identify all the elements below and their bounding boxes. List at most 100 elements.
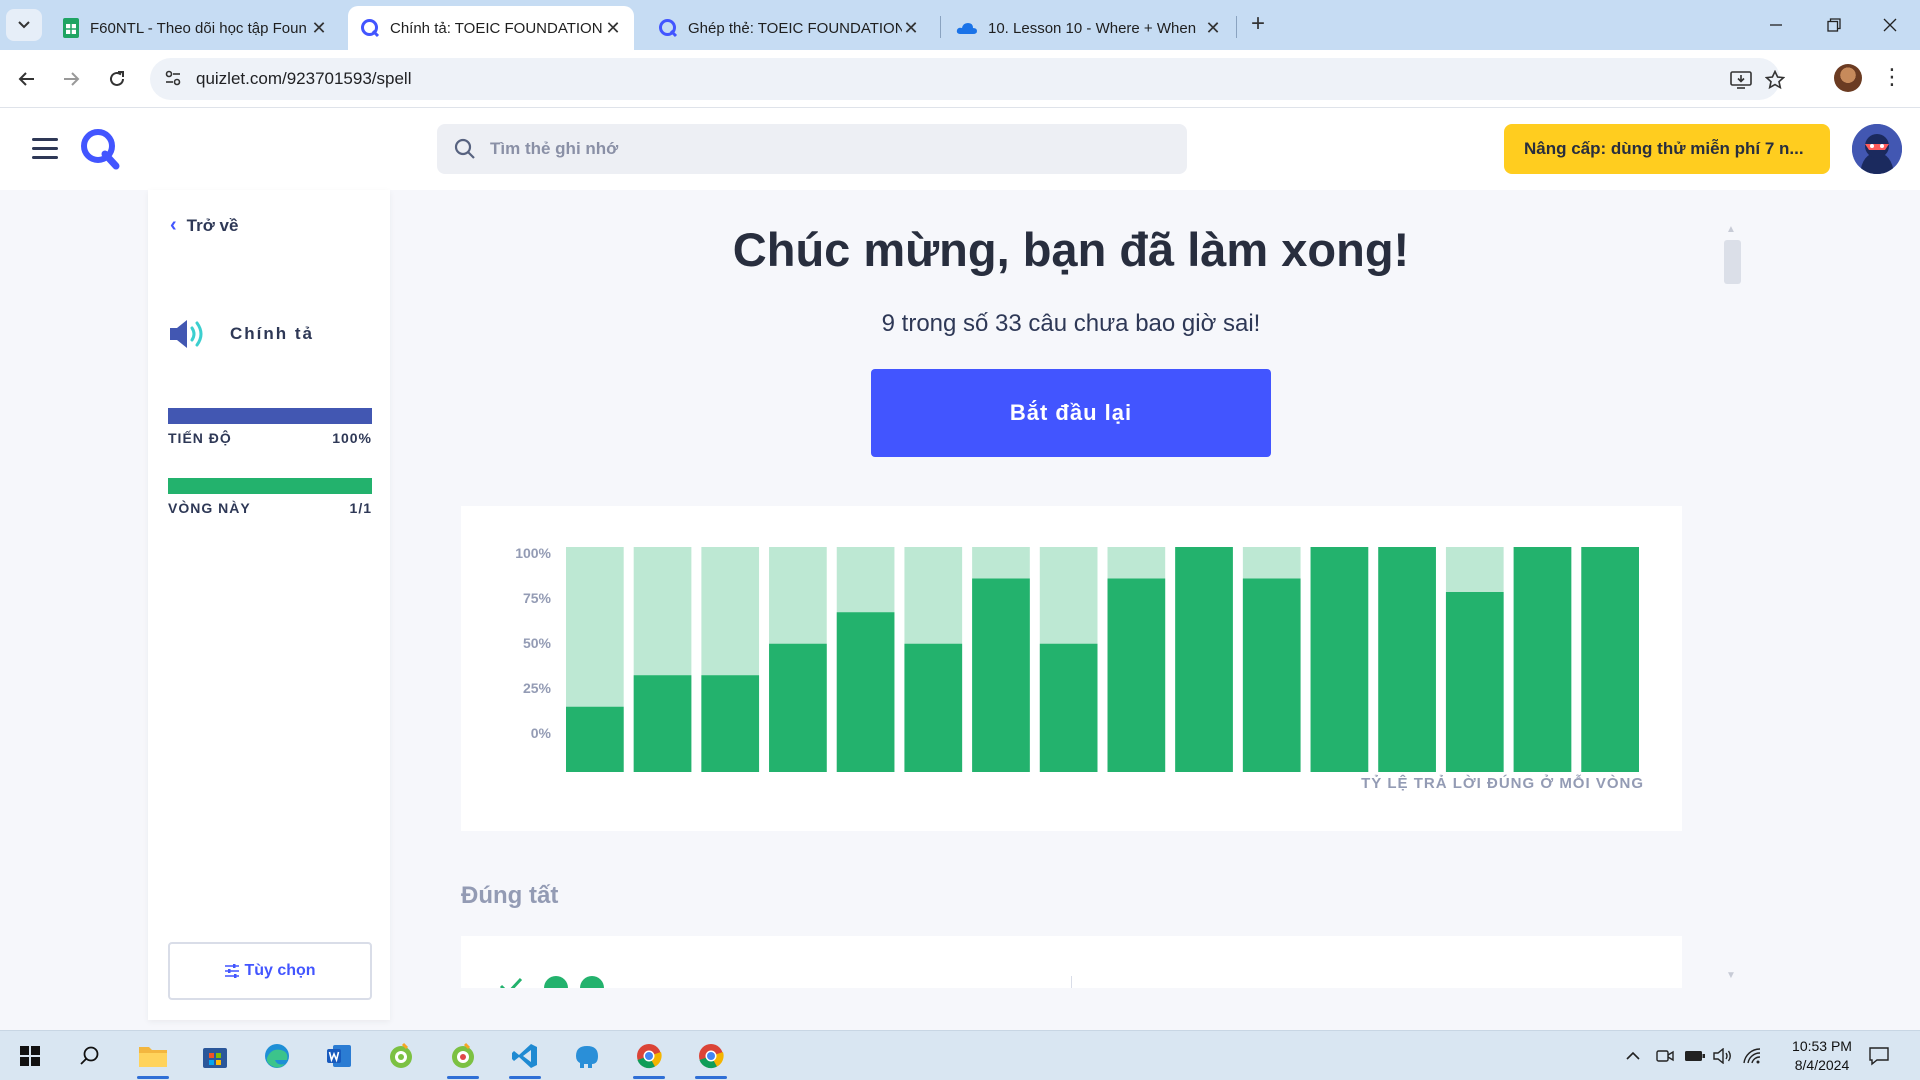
tab-onedrive[interactable]: 10. Lesson 10 - Where + When ✕ <box>944 6 1234 50</box>
clock-date: 8/4/2024 <box>1794 1057 1850 1073</box>
tab-title: 10. Lesson 10 - Where + When <box>988 19 1197 37</box>
round-accuracy-chart: 100% 75% 50% 25% 0% TỶ LỆ TRẢ LỜI ĐÚNG Ở MỖI … <box>515 545 1644 792</box>
close-icon[interactable]: ✕ <box>310 18 328 38</box>
y-tick-label: 50% <box>523 635 552 651</box>
y-tick-label: 25% <box>523 680 552 696</box>
bar-round-9 <box>1107 578 1166 772</box>
folder-icon <box>139 1047 167 1067</box>
scrollbar-thumb[interactable] <box>1724 240 1741 284</box>
meet-now-icon[interactable] <box>1654 1045 1676 1067</box>
bar-round-2 <box>633 675 692 772</box>
quizlet-logo[interactable] <box>80 128 120 175</box>
user-avatar[interactable] <box>1852 124 1902 174</box>
windows-logo-icon <box>20 1046 40 1066</box>
close-window-button[interactable] <box>1870 10 1910 40</box>
restore-button[interactable] <box>1814 10 1854 40</box>
bar-round-1 <box>566 706 624 772</box>
restart-button[interactable]: Bắt đầu lại <box>871 369 1271 457</box>
bar-round-11 <box>1242 578 1301 772</box>
taskbar-app[interactable] <box>567 1037 607 1075</box>
taskbar-search-button[interactable] <box>70 1037 110 1075</box>
bar-round-3 <box>701 675 760 772</box>
tab-spell[interactable]: Chính tả: TOEIC FOUNDATION - ✕ <box>348 6 634 50</box>
hamburger-menu-icon[interactable] <box>32 138 58 165</box>
round-track <box>168 478 372 494</box>
minimize-button[interactable] <box>1756 10 1796 40</box>
quizlet-icon <box>361 19 380 38</box>
site-settings-icon[interactable] <box>164 69 182 92</box>
close-icon[interactable]: ✕ <box>1204 18 1222 38</box>
taskbar-coccoc-2[interactable] <box>443 1037 483 1079</box>
browser-profile-avatar[interactable] <box>1834 64 1862 92</box>
bar-round-5 <box>836 612 895 772</box>
back-button[interactable] <box>12 64 42 94</box>
result-divider <box>1071 976 1072 988</box>
close-icon[interactable]: ✕ <box>902 18 920 38</box>
url-field[interactable]: quizlet.com/923701593/spell <box>150 58 1785 100</box>
coccoc-icon <box>390 1042 412 1068</box>
onedrive-icon <box>956 23 977 34</box>
back-label: Trở về <box>186 215 239 235</box>
reload-button[interactable] <box>102 64 132 94</box>
start-button[interactable] <box>10 1037 50 1075</box>
search-input[interactable]: Tìm thẻ ghi nhớ <box>437 124 1187 174</box>
install-app-icon[interactable] <box>1728 67 1754 93</box>
round-accuracy-chart-card: 100% 75% 50% 25% 0% TỶ LỆ TRẢ LỜI ĐÚNG Ở MỖI … <box>461 506 1682 831</box>
volume-icon[interactable] <box>1712 1045 1734 1067</box>
tab-search-button[interactable] <box>6 9 42 41</box>
round-fill <box>168 478 372 494</box>
y-tick-label: 0% <box>531 725 552 741</box>
y-tick-label: 75% <box>523 590 552 606</box>
forward-button[interactable] <box>56 64 86 94</box>
taskbar-coccoc[interactable] <box>381 1037 421 1075</box>
new-tab-button[interactable]: + <box>1244 10 1272 38</box>
coccoc-icon <box>452 1042 474 1068</box>
taskbar-file-explorer[interactable] <box>133 1037 173 1079</box>
options-button[interactable]: Tùy chọn <box>168 942 372 1000</box>
upgrade-button[interactable]: Nâng cấp: dùng thử miễn phí 7 n... <box>1504 124 1830 174</box>
search-icon <box>80 1046 99 1065</box>
arrow-right-icon <box>64 72 80 86</box>
battery-icon[interactable] <box>1684 1045 1706 1067</box>
tab-separator <box>940 16 941 38</box>
x-axis-label: TỶ LỆ TRẢ LỜI ĐÚNG Ở MỖI VÒNG <box>1361 774 1644 792</box>
edge-icon <box>265 1044 289 1068</box>
bar-round-13 <box>1378 547 1436 772</box>
star-icon[interactable] <box>1762 67 1788 93</box>
mode-label: Chính tả <box>230 324 314 343</box>
reload-icon <box>110 71 124 86</box>
tab-match[interactable]: Ghép thẻ: TOEIC FOUNDATION ✕ <box>646 6 932 50</box>
taskbar-chrome-2[interactable] <box>691 1037 731 1079</box>
chevron-up-icon[interactable] <box>1622 1045 1644 1067</box>
wifi-icon[interactable] <box>1742 1045 1764 1067</box>
speaker-icon <box>170 320 203 348</box>
elephant-icon <box>576 1046 598 1068</box>
round-label: VÒNG NÀY <box>168 500 251 516</box>
word-icon <box>327 1045 351 1067</box>
taskbar-edge[interactable] <box>257 1037 297 1075</box>
search-placeholder: Tìm thẻ ghi nhớ <box>490 139 619 158</box>
more-menu-icon[interactable]: ⋮ <box>1880 64 1904 94</box>
section-title: Đúng tất <box>461 882 559 909</box>
taskbar-vscode[interactable] <box>505 1037 545 1079</box>
scroll-up-arrow[interactable]: ▲ <box>1726 224 1736 235</box>
close-icon[interactable]: ✕ <box>604 18 622 38</box>
google-sheets-icon <box>63 18 79 38</box>
scroll-down-arrow[interactable]: ▼ <box>1726 970 1736 981</box>
chevron-left-icon: ‹ <box>170 214 177 236</box>
site-header: Tìm thẻ ghi nhớ Nâng cấp: dùng thử miễn … <box>0 108 1920 190</box>
progress-fill <box>168 408 372 424</box>
restore-icon <box>1827 18 1841 32</box>
bar-round-10 <box>1175 547 1233 772</box>
notification-icon[interactable] <box>1868 1045 1890 1067</box>
taskbar-word[interactable] <box>319 1037 359 1075</box>
quizlet-icon <box>659 19 678 38</box>
taskbar-store[interactable] <box>195 1037 235 1075</box>
tab-separator <box>1236 16 1237 38</box>
taskbar-chrome[interactable] <box>629 1037 669 1079</box>
bar-round-4 <box>769 643 827 772</box>
back-link[interactable]: ‹ Trở về <box>170 214 238 237</box>
tab-sheets[interactable]: F60NTL - Theo dõi học tập Foun ✕ <box>50 6 340 50</box>
taskbar-clock[interactable]: 10:53 PM 8/4/2024 <box>1772 1037 1872 1075</box>
bar-round-12 <box>1310 547 1369 772</box>
